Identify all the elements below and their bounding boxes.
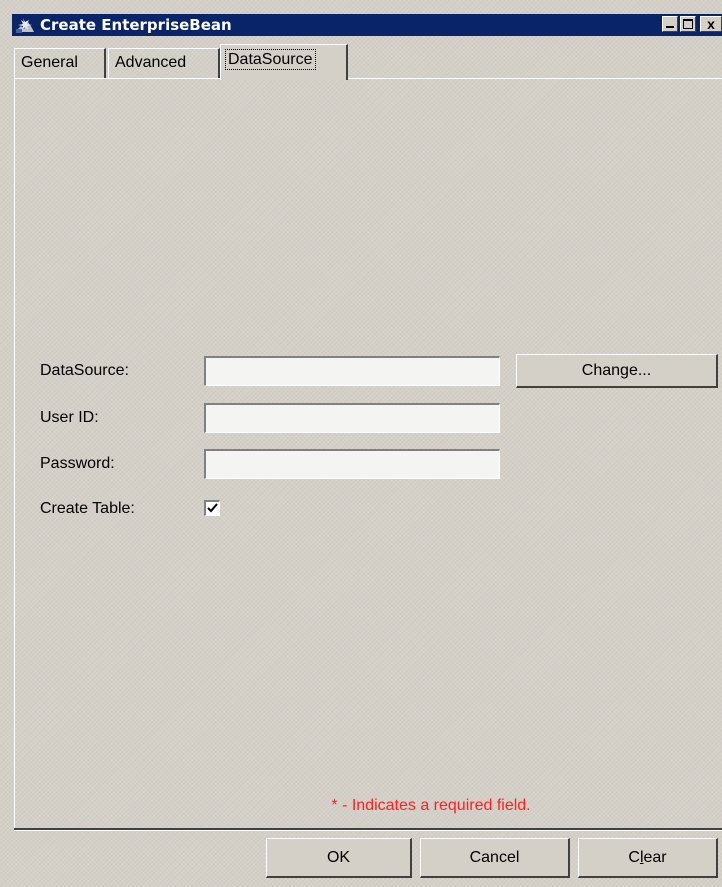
tab-panel-border <box>14 78 722 79</box>
tab-general-label: General <box>21 54 78 71</box>
datasource-label: DataSource: <box>40 362 129 379</box>
user-id-label: User ID: <box>40 409 99 426</box>
tab-datasource[interactable]: DataSource <box>220 44 348 80</box>
ok-button[interactable]: OK <box>266 838 412 878</box>
change-button[interactable]: Change... <box>516 354 718 388</box>
clear-label-suffix: ear <box>643 849 667 866</box>
create-table-checkbox[interactable] <box>204 500 220 516</box>
checkmark-icon <box>207 503 218 513</box>
clear-label-prefix: C <box>628 849 640 866</box>
password-label: Password: <box>40 455 115 472</box>
tab-panel-left-border <box>14 78 15 828</box>
clear-button[interactable]: Clear <box>578 838 718 878</box>
create-table-label: Create Table: <box>40 500 135 517</box>
datasource-field[interactable] <box>204 356 500 386</box>
maximize-button[interactable] <box>680 16 696 32</box>
tab-datasource-label: DataSource <box>225 49 316 70</box>
required-field-note: * - Indicates a required field. <box>331 797 531 814</box>
tab-strip: General Advanced DataSource <box>14 44 722 80</box>
create-enterprisebean-dialog: Create EnterpriseBean x General Advanced… <box>0 0 722 887</box>
user-id-field[interactable] <box>204 403 500 433</box>
minimize-button[interactable] <box>662 16 678 32</box>
close-button[interactable]: x <box>700 16 722 32</box>
tab-advanced-label: Advanced <box>115 54 187 71</box>
window-title: Create EnterpriseBean <box>40 16 232 34</box>
title-bar[interactable]: Create EnterpriseBean x <box>12 14 722 36</box>
footer-divider-highlight <box>14 830 722 831</box>
cancel-button[interactable]: Cancel <box>420 838 570 878</box>
tab-general[interactable]: General <box>14 48 106 78</box>
tab-advanced[interactable]: Advanced <box>108 48 220 78</box>
password-field[interactable] <box>204 449 500 479</box>
app-icon <box>15 16 35 34</box>
